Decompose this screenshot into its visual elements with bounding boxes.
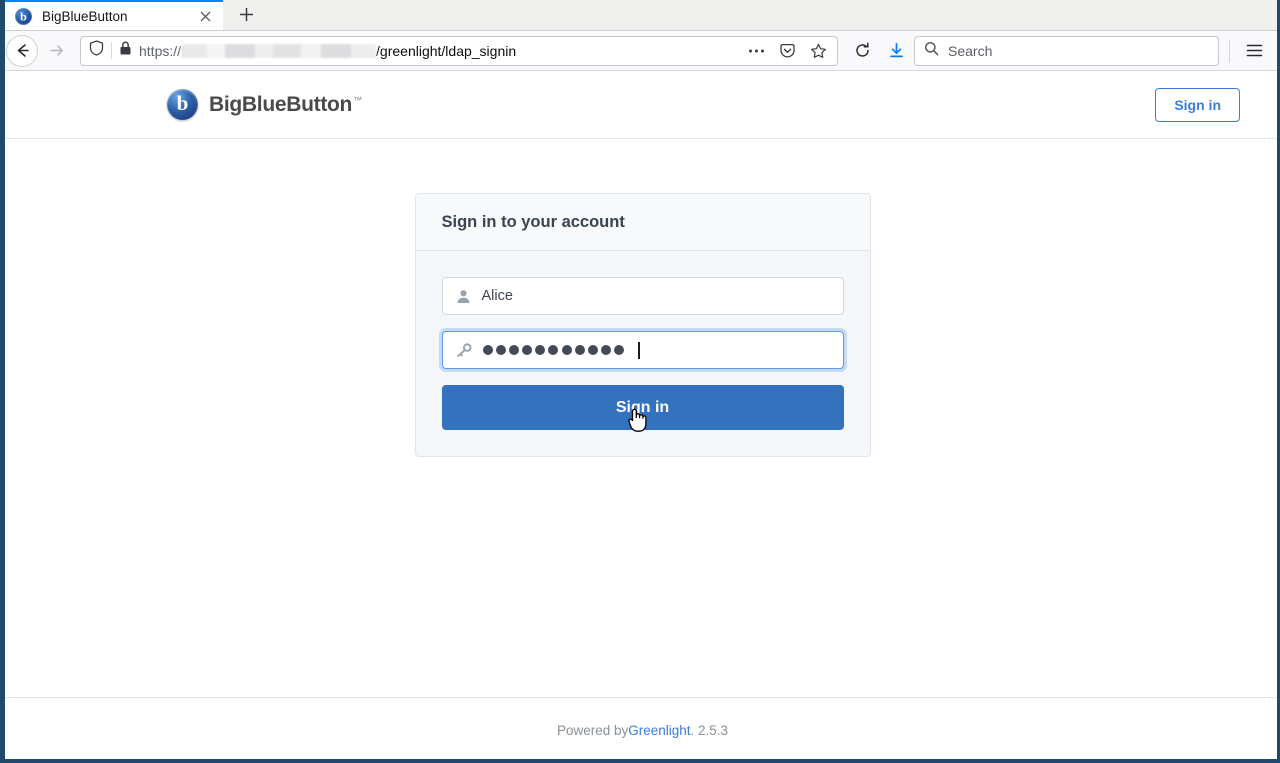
password-dot	[535, 345, 546, 355]
bbb-logo-letter: b	[176, 91, 189, 115]
signin-card: Sign in to your account Alice Sign in	[414, 193, 871, 457]
signin-submit-button[interactable]: Sign in	[441, 385, 844, 430]
brand-name-text: BigBlueButton	[209, 92, 353, 116]
user-person-icon	[456, 289, 471, 304]
reload-icon[interactable]	[846, 35, 878, 67]
close-icon[interactable]	[195, 7, 215, 27]
password-dot	[495, 345, 506, 355]
page-content: Sign in to your account Alice Sign in	[5, 139, 1280, 697]
key-icon	[456, 342, 472, 358]
search-bar[interactable]: Search	[914, 35, 1219, 66]
forward-arrow-icon	[40, 35, 72, 67]
signin-card-header: Sign in to your account	[415, 194, 870, 251]
password-dot	[588, 345, 598, 355]
page-footer: Powered by Greenlight. 2.5.3	[5, 697, 1280, 763]
signin-card-body: Alice Sign in	[416, 251, 870, 456]
site-header: b BigBlueButton™ Sign in	[5, 71, 1280, 139]
browser-tab[interactable]: b BigBlueButton	[5, 0, 223, 31]
url-redacted-host	[181, 43, 377, 58]
browser-window: b BigBlueButton https:// /greenlight/lda…	[0, 0, 1280, 763]
password-dot	[522, 345, 533, 355]
toolbar-divider	[1229, 39, 1230, 62]
bbb-logo-icon: b	[167, 89, 198, 120]
password-dot	[574, 345, 585, 355]
password-field[interactable]	[441, 331, 844, 369]
star-bookmark-icon[interactable]	[805, 38, 831, 64]
favicon-letter: b	[20, 9, 27, 23]
url-scheme: https://	[139, 42, 182, 59]
search-magnifier-icon	[924, 41, 939, 61]
tab-title: BigBlueButton	[42, 9, 128, 24]
bbb-favicon-icon: b	[15, 8, 32, 25]
brand-trademark: ™	[353, 94, 362, 105]
text-caret	[638, 341, 640, 359]
toolbar-end	[1229, 35, 1270, 67]
page-actions-ellipsis-icon[interactable]	[743, 38, 769, 64]
password-dot	[561, 345, 572, 355]
hamburger-menu-icon[interactable]	[1238, 35, 1270, 67]
search-input-placeholder[interactable]: Search	[948, 43, 992, 59]
password-dot	[614, 345, 625, 355]
footer-prefix: Powered by	[556, 723, 629, 738]
signin-card-title: Sign in to your account	[441, 213, 625, 231]
footer-suffix: . 2.5.3	[690, 723, 729, 738]
bigbluebutton-logo[interactable]: b BigBlueButton™	[167, 89, 362, 120]
password-dot	[548, 345, 559, 355]
password-dot	[601, 345, 612, 355]
username-value[interactable]: Alice	[482, 288, 513, 304]
new-tab-plus-icon[interactable]	[229, 1, 263, 31]
back-arrow-icon[interactable]	[6, 34, 38, 67]
web-page: b BigBlueButton™ Sign in Sign in to your…	[5, 71, 1280, 763]
padlock-icon[interactable]	[119, 40, 132, 61]
navigation-toolbar: https:// /greenlight/ldap_signin Search	[0, 31, 1280, 71]
password-dot	[482, 345, 493, 355]
window-bottom-border	[0, 759, 1280, 763]
window-left-border	[0, 0, 5, 763]
tab-strip: b BigBlueButton	[0, 0, 1280, 31]
pocket-icon[interactable]	[774, 38, 800, 64]
url-bar[interactable]: https:// /greenlight/ldap_signin	[80, 35, 838, 66]
urlbar-divider	[111, 42, 112, 59]
password-masked-value[interactable]	[482, 345, 625, 355]
username-field[interactable]: Alice	[441, 277, 844, 315]
greenlight-link[interactable]: Greenlight	[628, 723, 690, 738]
url-text: https:// /greenlight/ldap_signin	[139, 43, 736, 59]
brand-name: BigBlueButton™	[209, 93, 362, 117]
url-path: /greenlight/ldap_signin	[376, 42, 517, 59]
downloads-arrow-icon[interactable]	[880, 35, 912, 67]
tabstrip-divider	[0, 30, 1280, 31]
header-signin-button[interactable]: Sign in	[1155, 87, 1240, 122]
password-dot	[508, 345, 519, 355]
tracking-protection-shield-icon[interactable]	[89, 40, 104, 61]
url-bar-actions	[743, 38, 831, 64]
